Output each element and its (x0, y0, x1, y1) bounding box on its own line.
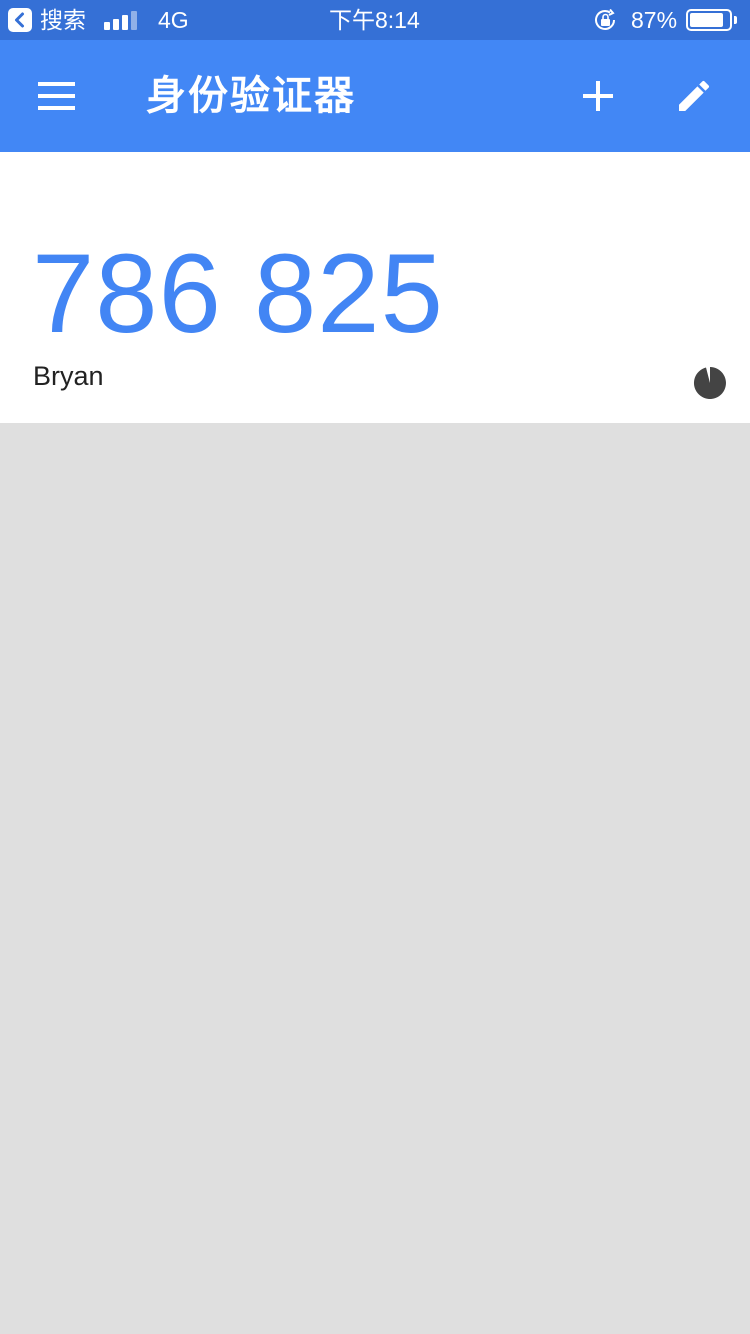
battery-percent: 87% (631, 7, 678, 33)
battery-icon (686, 9, 732, 31)
add-icon[interactable] (580, 78, 616, 114)
app-bar: 身份验证器 (0, 40, 750, 152)
rotation-lock-icon (595, 9, 615, 30)
status-time: 下午8:14 (329, 7, 420, 33)
account-name: Bryan (33, 361, 104, 391)
app-title: 身份验证器 (146, 74, 356, 118)
network-type: 4G (158, 7, 189, 33)
otp-code[interactable]: 786 825 (32, 234, 444, 354)
back-to-search-label[interactable]: 搜索 (40, 6, 86, 34)
status-bar: 搜索 4G 下午8:14 87% (0, 0, 750, 40)
back-icon[interactable] (8, 8, 32, 32)
account-card[interactable]: 786 825 Bryan (0, 152, 750, 423)
countdown-timer-icon (693, 367, 726, 399)
edit-icon[interactable] (674, 76, 714, 116)
battery-cap (734, 16, 737, 24)
signal-icon (104, 10, 140, 30)
menu-icon[interactable] (38, 82, 76, 112)
